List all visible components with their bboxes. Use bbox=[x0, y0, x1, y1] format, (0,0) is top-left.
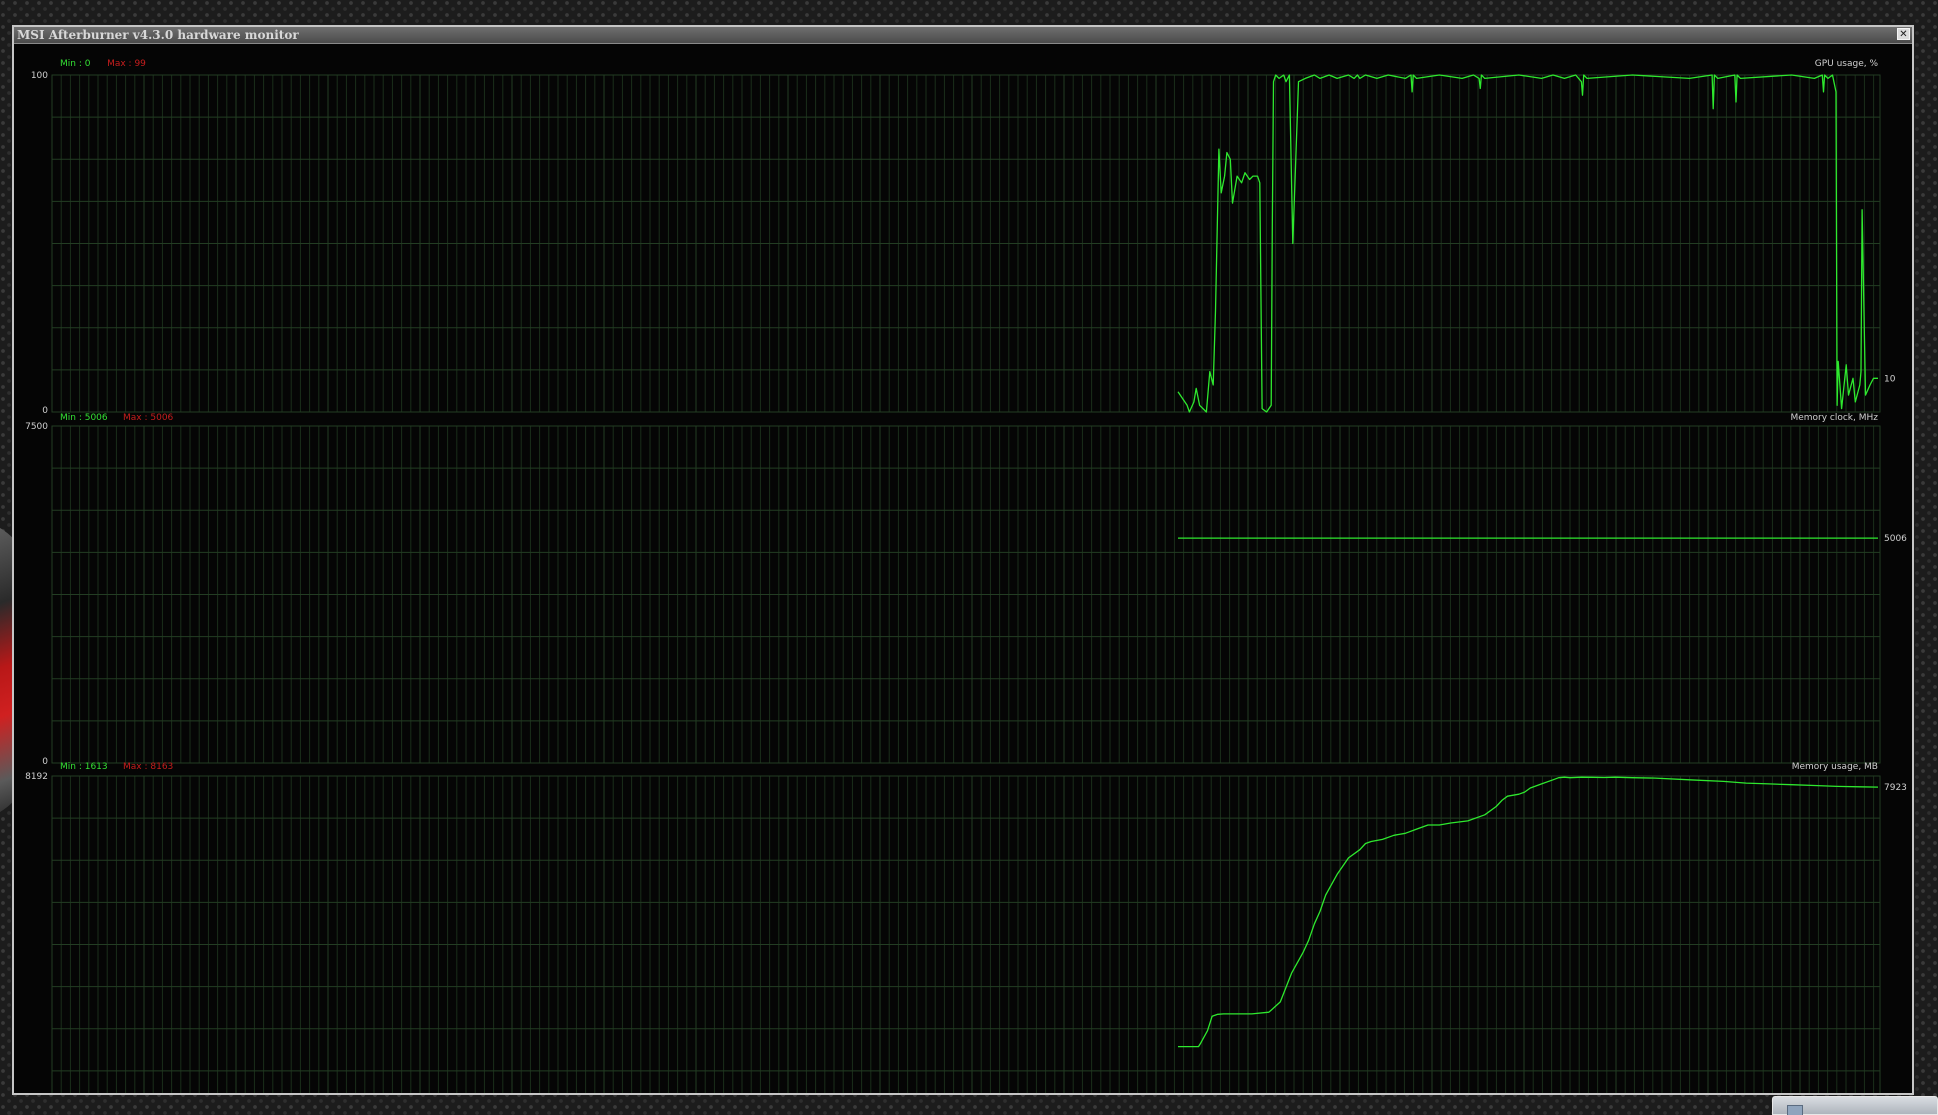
graph-title: Memory usage, MB bbox=[1792, 762, 1878, 772]
graph-max-label: Max : 8163 bbox=[123, 762, 173, 772]
window-title: MSI Afterburner v4.3.0 hardware monitor bbox=[17, 28, 299, 42]
taskbar-window-thumbnail[interactable] bbox=[1772, 1096, 1938, 1115]
y-tick-top-label: 8192 bbox=[25, 772, 48, 782]
graph-min-label: Min : 0 bbox=[60, 59, 91, 69]
graph-min-label: Min : 5006 bbox=[60, 413, 108, 423]
current-value-label: 7923 bbox=[1884, 783, 1907, 793]
y-tick-bottom-label: 0 bbox=[42, 406, 48, 416]
y-tick-top-label: 100 bbox=[31, 71, 48, 81]
close-icon[interactable]: ✕ bbox=[1897, 28, 1910, 40]
window-titlebar[interactable]: MSI Afterburner v4.3.0 hardware monitor … bbox=[14, 27, 1912, 44]
current-value-label: 5006 bbox=[1884, 534, 1907, 544]
graph-panel-background bbox=[51, 775, 1881, 1093]
monitor-graphs: Min : 0 Max : 99 GPU usage, % 100 0 10 Min : 5… bbox=[25, 59, 1907, 1093]
graph-max-label: Max : 5006 bbox=[123, 413, 174, 423]
graph-min-label: Min : 1613 bbox=[60, 762, 108, 772]
graph-max-label: Max : 99 bbox=[107, 59, 146, 69]
graph-title: Memory clock, MHz bbox=[1790, 413, 1878, 423]
current-value-label: 10 bbox=[1884, 374, 1896, 384]
window-icon bbox=[1787, 1105, 1803, 1115]
hardware-monitor-window[interactable]: MSI Afterburner v4.3.0 hardware monitor … bbox=[12, 25, 1914, 1095]
y-tick-top-label: 7500 bbox=[25, 422, 48, 432]
graph-title: GPU usage, % bbox=[1815, 59, 1879, 69]
y-tick-bottom-label: 0 bbox=[42, 757, 48, 767]
